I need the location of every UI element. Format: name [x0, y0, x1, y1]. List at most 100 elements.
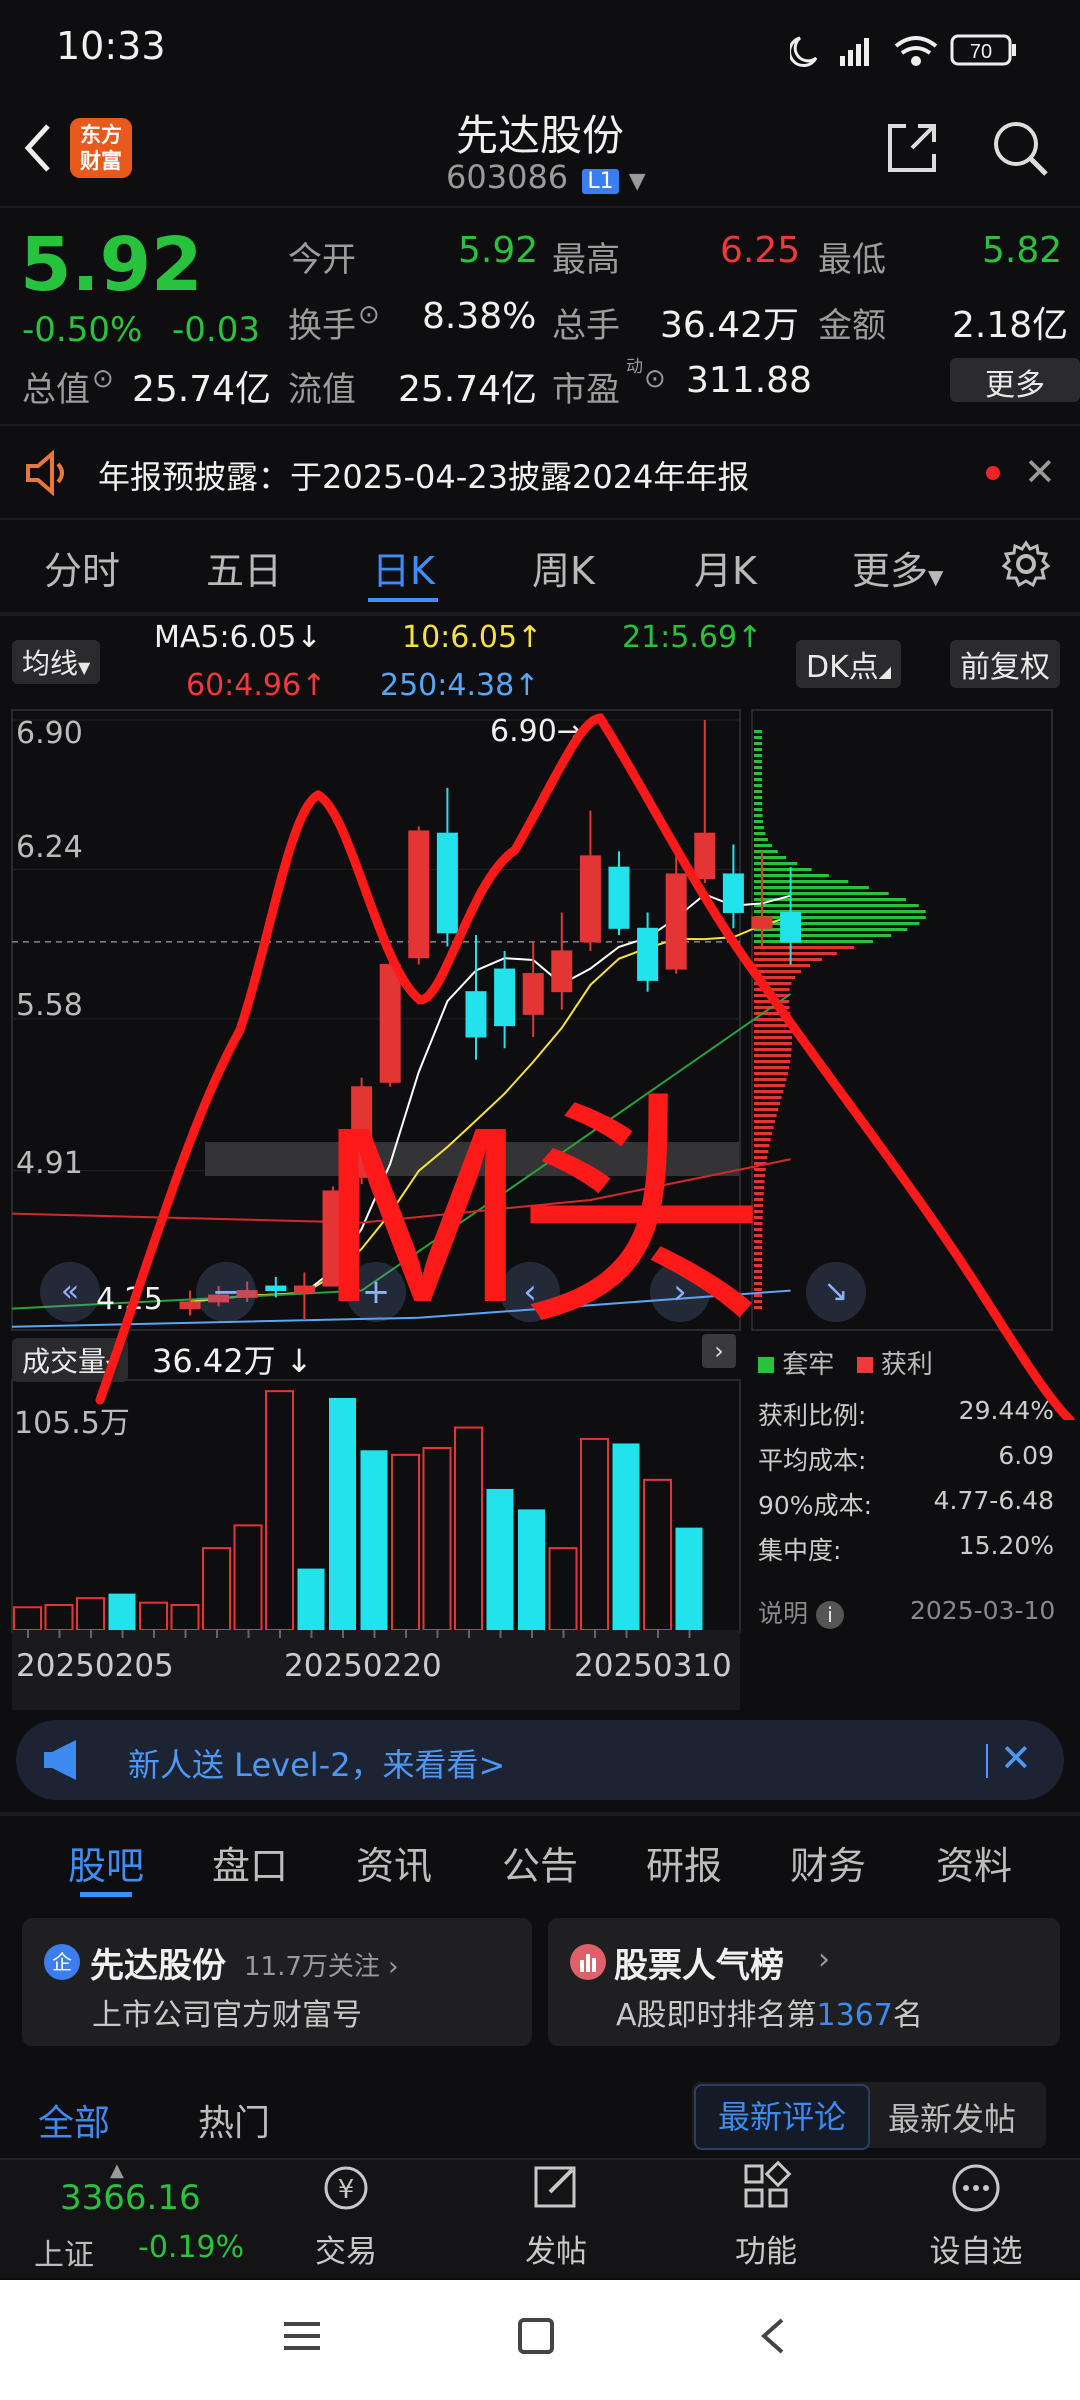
close-icon[interactable]: ✕	[1024, 450, 1056, 494]
tab-daily-k[interactable]: 日K	[372, 540, 435, 595]
tab-orderbook[interactable]: 盘口	[212, 1835, 288, 1890]
profit-swatch	[856, 1357, 873, 1373]
scroll-left-button[interactable]: «	[40, 1262, 100, 1322]
tab-profile[interactable]: 资料	[936, 1835, 1012, 1890]
speaker-icon	[22, 448, 72, 502]
info-icon[interactable]: ⊙	[92, 364, 114, 394]
chip-stat-key: 集中度:	[758, 1536, 842, 1565]
chip-stats: 获利比例: 29.44% 平均成本: 6.09 90%成本: 4.77-6.48 集中…	[758, 1396, 1054, 1576]
chip-bar	[754, 814, 763, 817]
corner-icon: ◢	[878, 662, 892, 681]
chip-bar	[754, 802, 763, 805]
candle	[694, 720, 716, 884]
search-button[interactable]	[990, 118, 1050, 182]
price-axis-label: 4.91	[16, 1146, 83, 1181]
chip-bar	[754, 958, 822, 961]
volume-bar	[202, 1547, 231, 1631]
mktcap-label: 总值	[22, 370, 90, 410]
volume-bar	[643, 1478, 672, 1632]
megaphone-icon	[40, 1738, 86, 1786]
candle-body	[780, 911, 802, 943]
nav-post[interactable]: 发帖	[486, 2160, 626, 2271]
tab-forum[interactable]: 股吧	[68, 1835, 144, 1890]
chip-stat-row: 获利比例: 29.44%	[758, 1396, 1054, 1441]
chip-bar	[754, 742, 763, 745]
volume-indicator-selector[interactable]: 成交量▼	[12, 1338, 129, 1382]
tab-more[interactable]: 更多▼	[852, 540, 943, 595]
candle-body	[551, 950, 573, 993]
notice-text[interactable]: 年报预披露：于2025-04-23披露2024年年报	[98, 452, 749, 498]
sort-latest-comment[interactable]: 最新评论	[694, 2084, 870, 2150]
open-value: 5.92	[458, 230, 539, 271]
ad-text[interactable]: 新人送 Level-2，来看看>	[128, 1740, 505, 1786]
chip-bar	[754, 730, 763, 733]
ma60-text: 60:4.96	[186, 668, 302, 703]
yen-exchange-icon: ¥	[324, 2166, 368, 2210]
close-icon[interactable]: ✕	[1000, 1736, 1032, 1780]
stock-code-row[interactable]: 603086 L1 ▼	[446, 158, 646, 196]
nav-trade[interactable]: ¥ 交易	[276, 2160, 416, 2271]
more-button[interactable]: 更多	[950, 358, 1080, 403]
sort-latest-post[interactable]: 最新发帖	[888, 2094, 1016, 2140]
nav-post-label: 发帖	[525, 2234, 587, 2270]
tab-intraday[interactable]: 分时	[44, 540, 120, 595]
current-price: 5.92	[20, 222, 203, 308]
nav-functions[interactable]: 功能	[696, 2160, 836, 2271]
ma-selector[interactable]: 均线▼	[12, 640, 101, 684]
candle	[408, 826, 430, 965]
menu-icon[interactable]	[280, 2314, 324, 2362]
ad-divider	[986, 1744, 988, 1778]
tab-finance[interactable]: 财务	[790, 1835, 866, 1890]
volume-value: 36.42万	[660, 305, 800, 346]
home-icon[interactable]	[514, 2314, 558, 2362]
index-value[interactable]: 3366.16	[60, 2178, 201, 2218]
bar-chart-icon	[570, 1944, 606, 1980]
index-change[interactable]: -0.19%	[138, 2230, 244, 2265]
candle-body	[608, 866, 630, 929]
info-icon[interactable]: ⊙	[644, 364, 666, 394]
feed-tab-hot[interactable]: 热门	[198, 2094, 270, 2146]
chip-bar	[754, 922, 920, 925]
index-name[interactable]: 上证	[34, 2230, 94, 2274]
tab-announcements[interactable]: 公告	[502, 1835, 578, 1890]
ma10-label: 10:6.05↑	[402, 620, 542, 655]
low-annotation: 4.25	[96, 1282, 163, 1317]
info-icon[interactable]: ⊙	[358, 300, 380, 330]
candle-body	[293, 1285, 315, 1294]
amount-value: 2.18亿	[952, 305, 1069, 346]
chip-bar	[754, 1114, 777, 1117]
chip-date: 2025-03-10	[910, 1596, 1056, 1625]
chip-stat-key: 90%成本:	[758, 1491, 872, 1520]
volume-readout: 36.42万 ↓	[152, 1336, 313, 1382]
feed-tab-all[interactable]: 全部	[38, 2094, 110, 2146]
settings-button[interactable]	[1001, 540, 1051, 592]
back-icon[interactable]	[752, 2314, 796, 2362]
chip-bar	[754, 778, 763, 781]
rank-prefix: A股即时排名第	[616, 1998, 817, 2033]
tab-monthly-k[interactable]: 月K	[694, 540, 757, 595]
price-axis-label: 6.90	[16, 716, 83, 751]
zoom-out-button[interactable]: −	[196, 1262, 256, 1322]
share-button[interactable]	[884, 120, 940, 180]
nav-add-watchlist[interactable]: 设自选	[906, 2160, 1046, 2271]
chip-bar	[754, 766, 763, 769]
adjust-button[interactable]: 前复权	[950, 640, 1060, 688]
collapse-button[interactable]: ↘	[806, 1262, 866, 1322]
popularity-card-title: 股票人气榜	[614, 1946, 784, 1986]
amount-label: 金额	[818, 306, 886, 346]
dk-button[interactable]: DK点◢	[796, 640, 902, 688]
chevron-right-icon: ›	[388, 1952, 399, 1982]
tab-weekly-k[interactable]: 周K	[532, 540, 595, 595]
chip-bar	[754, 1144, 770, 1147]
change-value: -0.03	[172, 310, 260, 350]
candle-body	[665, 873, 687, 970]
chip-bar	[754, 1096, 782, 1099]
chip-bar	[754, 1138, 771, 1141]
volume-readout-value: 36.42万	[152, 1342, 276, 1380]
tab-research[interactable]: 研报	[646, 1835, 722, 1890]
chip-note[interactable]: 说明 i	[758, 1594, 844, 1630]
tab-five-day[interactable]: 五日	[206, 540, 282, 595]
popularity-card-subtitle: A股即时排名第1367名	[616, 1990, 923, 2034]
tab-news[interactable]: 资讯	[356, 1835, 432, 1890]
chip-bar	[754, 832, 766, 835]
